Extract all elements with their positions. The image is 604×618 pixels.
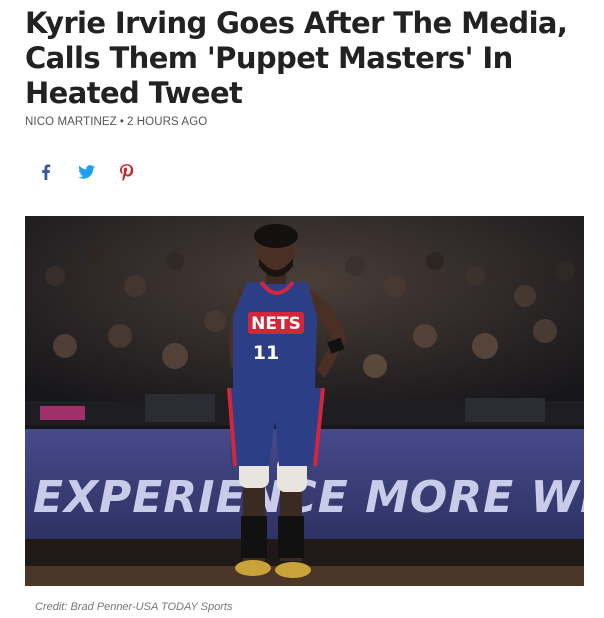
byline: NICO MARTINEZ • 2 HOURS AGO (25, 116, 207, 128)
article-photo: EXPERIENCE MORE WHEN YO (25, 216, 584, 586)
facebook-share-button[interactable] (36, 162, 56, 182)
pinterest-icon (119, 163, 133, 181)
banner-text: EXPERIENCE MORE WHEN YO (33, 472, 584, 523)
article-headline: Kyrie Irving Goes After The Media, Calls… (25, 6, 568, 110)
pinterest-share-button[interactable] (116, 162, 136, 182)
jersey-number: 11 (253, 342, 279, 364)
author-name[interactable]: NICO MARTINEZ (25, 116, 117, 128)
share-buttons (36, 162, 136, 182)
jersey (233, 282, 317, 388)
facebook-icon (42, 164, 51, 180)
byline-separator: • (119, 116, 124, 128)
twitter-share-button[interactable] (76, 162, 96, 182)
twitter-icon (77, 165, 95, 179)
jersey-team: NETS (251, 314, 301, 334)
post-time: 2 HOURS AGO (126, 116, 208, 128)
basketball-player-photo: EXPERIENCE MORE WHEN YO (25, 216, 584, 586)
photo-credit: Credit: Brad Penner-USA TODAY Sports (35, 601, 233, 613)
